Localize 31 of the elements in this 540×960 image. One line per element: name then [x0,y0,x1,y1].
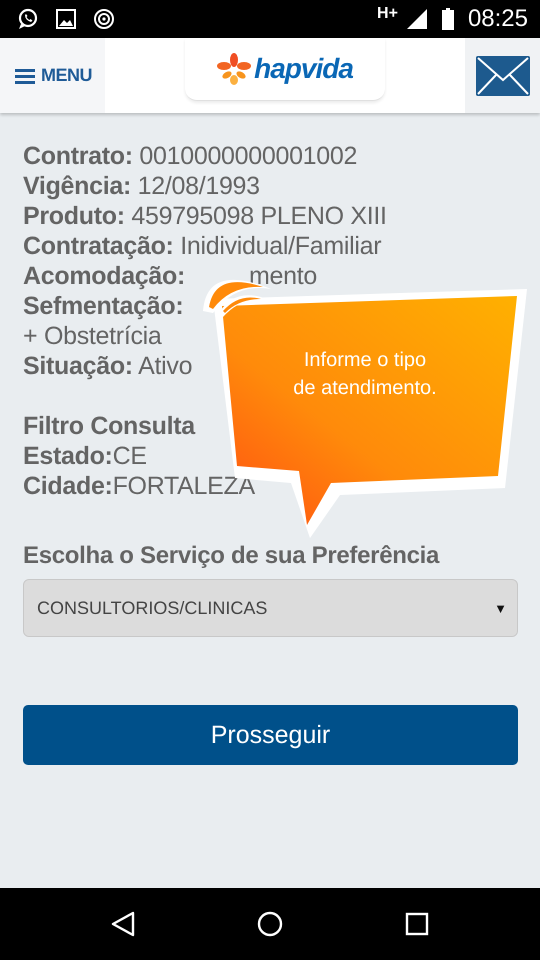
contract-detail: Acomodação: mento [23,261,317,291]
menu-icon [15,68,35,84]
filter-detail: Cidade:FORTALEZA [23,471,255,501]
dropdown-arrow: ▼ [494,600,507,616]
contract-detail: Produto: 459795098 PLENO XIII [23,201,387,231]
contract-detail: Sefmentação: [23,291,184,321]
battery-icon [442,8,454,30]
contract-detail: Vigência: 12/08/1993 [23,171,260,201]
signal-icon [406,8,428,30]
contract-detail: Contratação: Inidividual/Familiar [23,231,382,261]
envelope-icon [476,56,530,96]
clock: 08:25 [468,5,528,33]
contract-detail: Contrato: 0010000000001002 [23,141,358,171]
menu-button[interactable]: MENU [0,38,105,113]
logo-text: hapvida [254,53,353,85]
flower-logo-icon [217,52,252,86]
mail-button[interactable] [465,38,540,113]
filter-title: Filtro Consulta [23,411,195,441]
contract-detail: + Obstetrícia [23,321,162,351]
hotspot-icon [92,7,116,31]
contract-detail: Situação: Ativo [23,351,192,381]
service-label: Escolha o Serviço de sua Preferência [23,541,440,571]
filter-detail: Estado:CE [23,441,147,471]
continue-button[interactable]: Prosseguir [23,705,518,765]
image-icon [54,7,78,31]
chat-icon [16,7,40,31]
tooltip-text: Informe o tipo [302,348,428,373]
network-type: H+ [377,5,398,23]
home-icon[interactable] [256,910,284,938]
tooltip-text: de atendimento. [292,376,438,401]
service-dropdown[interactable]: CONSULTORIOS/CLINICAS ▼ [23,579,518,637]
